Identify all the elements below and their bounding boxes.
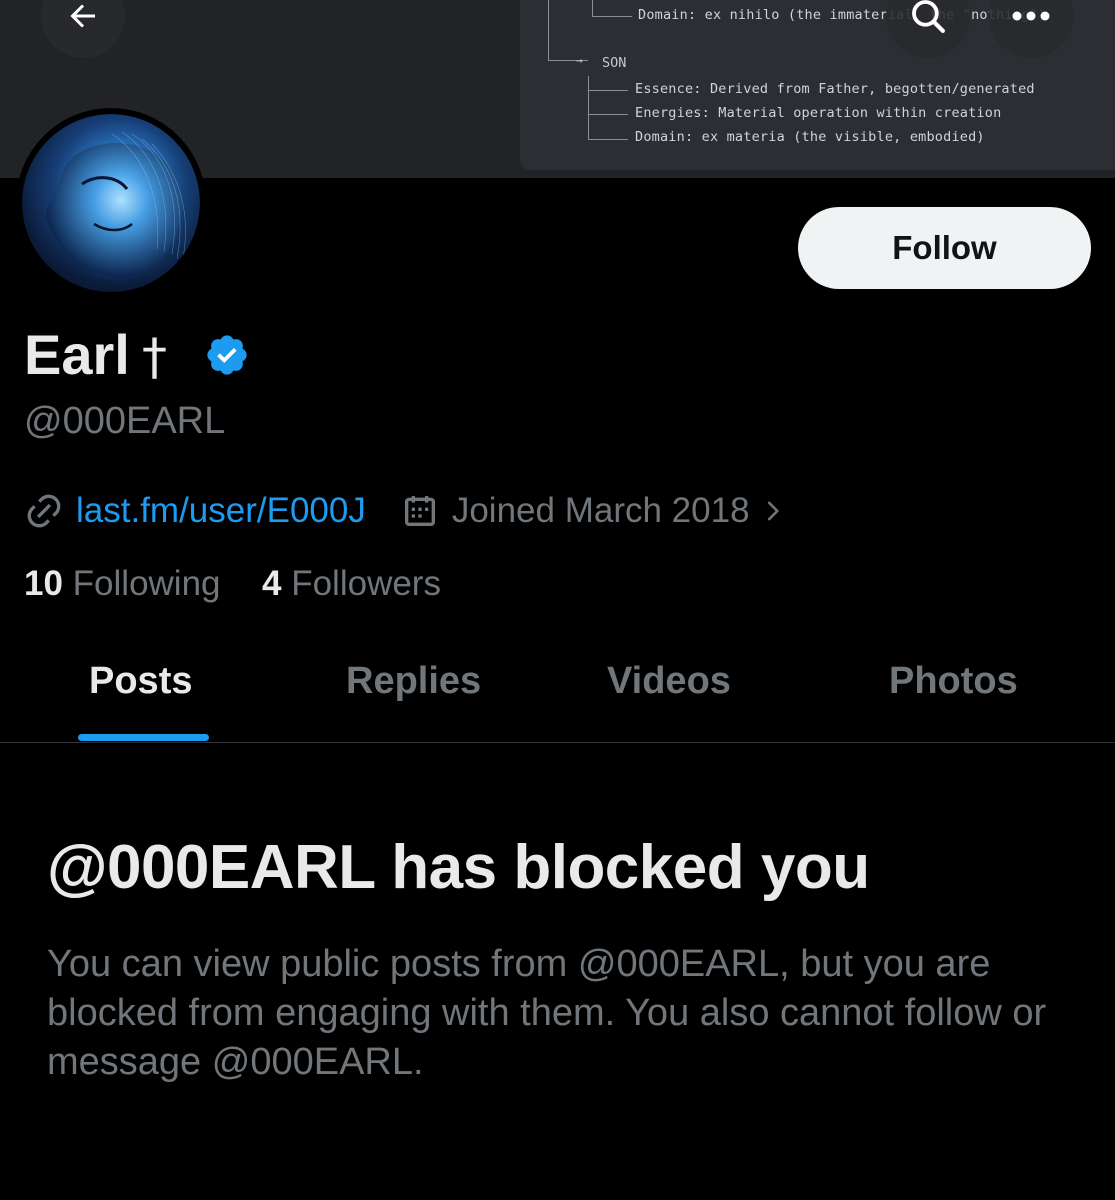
banner-son-item: Essence: Derived from Father, begotten/g…: [635, 81, 1035, 97]
search-icon: [912, 0, 945, 33]
blocked-title: @000EARL has blocked you: [47, 833, 870, 902]
avatar-face-image: [46, 131, 186, 281]
following-count: 10: [24, 564, 63, 603]
banner-father-domain-text: Domain: ex nihilo (the immaterial, the "…: [638, 7, 1047, 23]
profile-meta-row: last.fm/user/E000J Joined March 2018: [24, 488, 786, 534]
chevron-right-icon[interactable]: [760, 496, 786, 526]
tab-videos[interactable]: Videos: [607, 660, 731, 703]
profile-stats: 10 Following 4 Followers: [24, 564, 441, 604]
tab-photos[interactable]: Photos: [889, 660, 1018, 703]
blocked-description: You can view public posts from @000EARL,…: [47, 943, 1047, 1083]
following-stat[interactable]: 10 Following: [24, 564, 221, 603]
following-label: Following: [72, 564, 221, 603]
back-button[interactable]: [41, 0, 125, 58]
followers-label: Followers: [291, 564, 441, 603]
more-horizontal-icon: [1012, 11, 1050, 21]
name-cross-symbol: †: [142, 328, 167, 386]
banner-son-label: SON: [602, 55, 627, 71]
tab-divider: [0, 742, 1115, 743]
profile-display-name: Earl: [24, 323, 130, 386]
profile-handle: @000EARL: [24, 400, 226, 442]
followers-stat[interactable]: 4 Followers: [262, 564, 441, 603]
arrow-left-icon: [70, 4, 95, 28]
profile-joined-date[interactable]: Joined March 2018: [452, 491, 750, 531]
profile-avatar[interactable]: [16, 108, 206, 298]
banner-son-item: Energies: Material operation within crea…: [635, 105, 1002, 121]
tab-replies[interactable]: Replies: [346, 660, 481, 703]
tab-posts[interactable]: Posts: [89, 660, 192, 703]
profile-website-link[interactable]: last.fm/user/E000J: [76, 491, 366, 531]
banner-arrow-icon: →: [576, 54, 583, 67]
link-icon: [27, 494, 61, 528]
banner-son-item: Domain: ex materia (the visible, embodie…: [635, 129, 985, 145]
follow-button[interactable]: Follow: [798, 207, 1091, 289]
active-tab-indicator: [78, 734, 209, 741]
verified-badge-icon[interactable]: [204, 332, 250, 378]
followers-count: 4: [262, 564, 282, 603]
calendar-icon: [404, 496, 435, 526]
